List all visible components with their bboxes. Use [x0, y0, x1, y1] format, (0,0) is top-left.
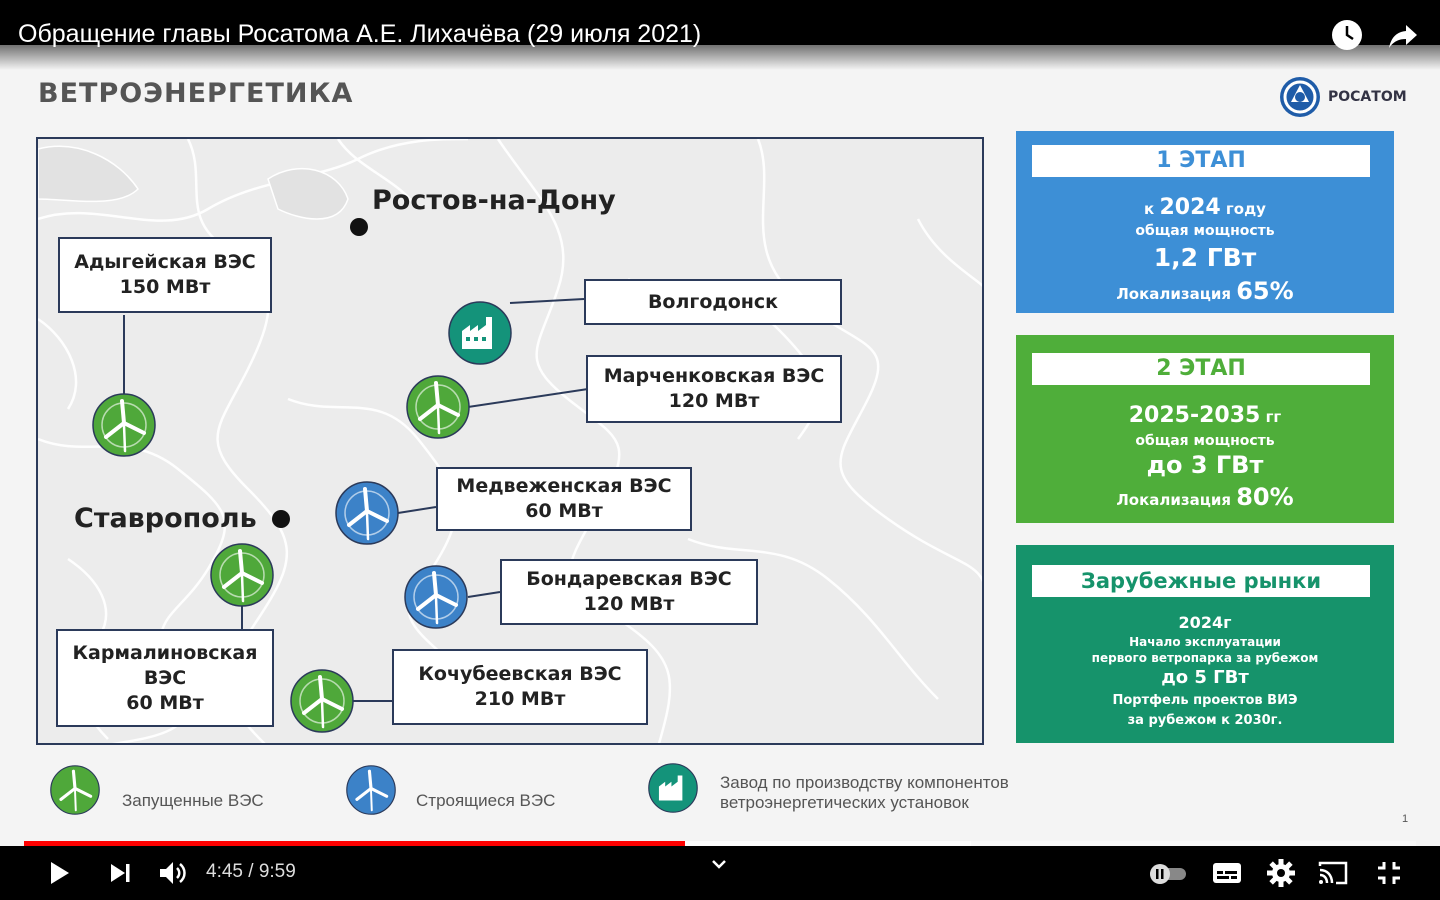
stage-2-capacity: до 3 ГВт: [1146, 451, 1264, 479]
localization-label: Локализация: [1116, 491, 1231, 509]
foreign-capacity: до 5 ГВт: [1161, 667, 1249, 688]
stage-2-localization: Локализация 80%: [1016, 483, 1394, 511]
cast-icon[interactable]: [1316, 856, 1350, 890]
stage-2-line2: общая мощность: [1135, 433, 1275, 449]
foreign-line3: первого ветропарка за рубежом: [1091, 651, 1319, 665]
slide-title: ВЕТРОЭНЕРГЕТИКА: [38, 78, 354, 109]
wind-turbine-icon: [335, 481, 399, 545]
video-frame[interactable]: ВЕТРОЭНЕРГЕТИКА РОСАТОМ Ростов-на-Дону С…: [0, 45, 1440, 855]
plant-box-volgodonsk: Волгодонск: [584, 279, 842, 325]
legend-factory-line2: ветроэнергетических установок: [720, 793, 969, 812]
time-total: 9:59: [258, 861, 296, 882]
player-controls: 4:45 / 9:59: [0, 846, 1440, 900]
play-icon[interactable]: [42, 856, 76, 890]
time-current: 4:45: [206, 861, 243, 882]
stage-1-header: 1 ЭТАП: [1032, 145, 1370, 177]
plant-name: Марченковская ВЭС: [603, 365, 825, 387]
legend-building-label: Строящиеся ВЭС: [416, 791, 556, 810]
plant-box-adygeyskaya: Адыгейская ВЭС 150 МВт: [58, 237, 272, 313]
legend-factory-icon: [648, 763, 698, 813]
chevron-down-icon[interactable]: [704, 850, 734, 880]
top-bar: Обращение главы Росатома А.Е. Лихачёва (…: [0, 0, 1440, 70]
rosatom-logo: РОСАТОМ: [1278, 75, 1418, 119]
subtitles-icon[interactable]: [1210, 856, 1244, 890]
plant-name: Кармалиновская ВЭС: [72, 641, 258, 689]
stage-1-capacity: 1,2 ГВт: [1153, 243, 1257, 272]
stage-2-line1: 2025-2035 гг: [1016, 403, 1394, 428]
legend-launched-icon: [50, 765, 100, 815]
localization-value: 80%: [1236, 483, 1294, 511]
plant-name: Адыгейская ВЭС: [74, 251, 256, 273]
skip-next-icon[interactable]: [104, 856, 138, 890]
autoplay-toggle-icon[interactable]: [1146, 856, 1190, 890]
plant-box-karmalinovskaya: Кармалиновская ВЭС 60 МВт: [56, 629, 274, 727]
plant-name: Кочубеевская ВЭС: [418, 663, 622, 685]
plant-name: Медвеженская ВЭС: [456, 475, 672, 497]
plant-power: 120 МВт: [668, 390, 760, 412]
plant-power: 60 МВт: [525, 500, 603, 522]
plant-box-marchenkovskaya: Марченковская ВЭС 120 МВт: [586, 355, 842, 423]
share-arrow-icon[interactable]: [1386, 18, 1420, 52]
wind-turbine-icon: [404, 565, 468, 629]
wind-turbine-icon: [406, 375, 470, 439]
plant-box-kochubeevskaya: Кочубеевская ВЭС 210 МВт: [392, 649, 648, 725]
foreign-line5: Портфель проектов ВИЭ: [1112, 693, 1298, 708]
exit-fullscreen-icon[interactable]: [1372, 856, 1406, 890]
stage-1-line1: к 2024 году: [1016, 195, 1394, 220]
stage-1-line2: общая мощность: [1135, 223, 1275, 239]
logo-text: РОСАТОМ: [1328, 89, 1407, 105]
plant-name: Волгодонск: [647, 290, 779, 313]
plant-box-bondarevskaya: Бондаревская ВЭС 120 МВт: [500, 559, 758, 625]
rosatom-logo-icon: [1280, 77, 1320, 117]
factory-icon: [448, 301, 512, 365]
wind-turbine-icon: [92, 393, 156, 457]
clock-icon[interactable]: [1330, 18, 1364, 52]
regional-map: Ростов-на-Дону Ставрополь Адыгейская ВЭС: [36, 137, 984, 745]
plant-power: 120 МВт: [583, 593, 675, 615]
wind-turbine-icon: [290, 669, 354, 733]
foreign-year: 2024г: [1178, 613, 1232, 632]
foreign-markets-header: Зарубежные рынки: [1032, 565, 1370, 597]
plant-power: 210 МВт: [474, 688, 566, 710]
stage-1-year: 2024: [1159, 195, 1221, 220]
stage-2-header: 2 ЭТАП: [1032, 353, 1370, 385]
plant-power: 60 МВт: [126, 691, 204, 714]
legend-launched-label: Запущенные ВЭС: [122, 791, 264, 810]
stage-2-suffix: гг: [1265, 408, 1282, 426]
stage-1-suffix: году: [1225, 200, 1266, 218]
stage-1-prefix: к: [1144, 200, 1155, 218]
legend-building-icon: [346, 765, 396, 815]
gear-icon[interactable]: [1264, 856, 1298, 890]
wind-turbine-icon: [210, 543, 274, 607]
plant-box-medvezhenskaya: Медвеженская ВЭС 60 МВт: [436, 467, 692, 531]
page-number: 1: [1402, 813, 1409, 825]
stage-2-panel: 2 ЭТАП 2025-2035 гг общая мощность до 3 …: [1016, 335, 1394, 523]
stage-1-localization: Локализация 65%: [1016, 277, 1394, 305]
plant-name: Бондаревская ВЭС: [526, 568, 732, 590]
stage-1-panel: 1 ЭТАП к 2024 году общая мощность 1,2 ГВ…: [1016, 131, 1394, 313]
localization-value: 65%: [1236, 277, 1294, 305]
plant-power: 150 МВт: [119, 276, 211, 298]
time-separator: /: [242, 861, 259, 882]
video-player[interactable]: ВЕТРОЭНЕРГЕТИКА РОСАТОМ Ростов-на-Дону С…: [0, 0, 1440, 900]
time-display: 4:45 / 9:59: [206, 861, 296, 883]
localization-label: Локализация: [1116, 285, 1231, 303]
legend-factory-line1: Завод по производству компонентов: [720, 773, 1009, 792]
foreign-line6: за рубежом к 2030г.: [1127, 713, 1283, 728]
volume-icon[interactable]: [156, 856, 190, 890]
video-title[interactable]: Обращение главы Росатома А.Е. Лихачёва (…: [18, 20, 701, 49]
foreign-markets-panel: Зарубежные рынки 2024г Начало эксплуатац…: [1016, 545, 1394, 743]
foreign-line2: Начало эксплуатации: [1129, 635, 1281, 649]
stage-2-years: 2025-2035: [1128, 403, 1261, 428]
